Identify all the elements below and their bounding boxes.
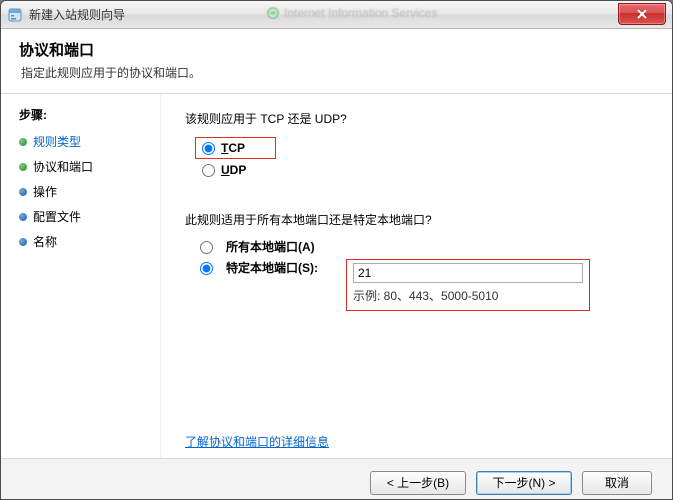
- ports-example: 示例: 80、443、5000-5010: [353, 287, 583, 304]
- wizard-footer: < 上一步(B) 下一步(N) > 取消: [1, 458, 672, 500]
- radio-specific-ports[interactable]: [200, 262, 213, 275]
- radio-row-all-ports: 所有本地端口(A): [195, 238, 648, 255]
- radio-all-ports-label[interactable]: 所有本地端口(A): [226, 238, 315, 255]
- next-button[interactable]: 下一步(N) >: [476, 471, 572, 495]
- tcp-highlight-box: TCP: [195, 137, 276, 159]
- bullet-icon: [19, 238, 27, 246]
- wizard-header: 协议和端口 指定此规则应用于的协议和端口。: [1, 29, 672, 94]
- wizard-window: 新建入站规则向导 Internet Information Services 协…: [0, 0, 673, 500]
- help-link[interactable]: 了解协议和端口的详细信息: [185, 433, 329, 450]
- step-rule-type[interactable]: 规则类型: [19, 133, 150, 150]
- radio-row-udp: UDP: [202, 163, 648, 177]
- radio-all-ports[interactable]: [200, 241, 213, 254]
- radio-udp-label[interactable]: UDP: [221, 163, 246, 177]
- wizard-body: 步骤: 规则类型 协议和端口 操作 配置文件 名称: [1, 94, 672, 458]
- step-action[interactable]: 操作: [19, 183, 150, 200]
- step-label: 操作: [33, 183, 57, 200]
- radio-row-specific-ports: 特定本地端口(S): 示例: 80、443、5000-5010: [195, 259, 648, 311]
- page-subtitle: 指定此规则应用于的协议和端口。: [19, 64, 654, 81]
- radio-tcp-label[interactable]: TCP: [221, 141, 245, 155]
- port-options: 所有本地端口(A) 特定本地端口(S): 示例: 80、443、5000-501…: [185, 238, 648, 311]
- radio-specific-ports-label[interactable]: 特定本地端口(S):: [226, 259, 336, 276]
- cancel-button[interactable]: 取消: [582, 471, 652, 495]
- steps-sidebar: 步骤: 规则类型 协议和端口 操作 配置文件 名称: [1, 94, 161, 458]
- port-section: 此规则适用于所有本地端口还是特定本地端口? 所有本地端口(A) 特定本地端口(S…: [185, 211, 648, 311]
- window-title: 新建入站规则向导: [29, 6, 125, 23]
- protocol-question: 该规则应用于 TCP 还是 UDP?: [185, 110, 648, 127]
- step-label: 规则类型: [33, 133, 81, 150]
- step-label: 名称: [33, 233, 57, 250]
- radio-udp[interactable]: [202, 164, 215, 177]
- radio-row-tcp: TCP: [195, 137, 648, 159]
- back-button[interactable]: < 上一步(B): [370, 471, 466, 495]
- bullet-icon: [19, 138, 27, 146]
- app-icon: [7, 7, 23, 23]
- bullet-icon: [19, 188, 27, 196]
- bullet-icon: [19, 163, 27, 171]
- port-input-highlight-box: 示例: 80、443、5000-5010: [346, 259, 590, 311]
- close-button[interactable]: [618, 3, 666, 25]
- titlebar: 新建入站规则向导 Internet Information Services: [1, 1, 672, 29]
- specific-ports-input[interactable]: [353, 263, 583, 283]
- bullet-icon: [19, 213, 27, 221]
- step-label: 协议和端口: [33, 158, 93, 175]
- step-protocol-port[interactable]: 协议和端口: [19, 158, 150, 175]
- radio-tcp[interactable]: [202, 142, 215, 155]
- help-link-wrap: 了解协议和端口的详细信息: [185, 433, 329, 450]
- step-name[interactable]: 名称: [19, 233, 150, 250]
- steps-heading: 步骤:: [19, 106, 150, 123]
- step-label: 配置文件: [33, 208, 81, 225]
- step-profile[interactable]: 配置文件: [19, 208, 150, 225]
- wizard-content: 该规则应用于 TCP 还是 UDP? TCP UDP 此规则适用于所有本地端口还…: [161, 94, 672, 458]
- page-title: 协议和端口: [19, 39, 654, 60]
- background-window-title-2: Internet Information Services: [266, 6, 437, 20]
- port-question: 此规则适用于所有本地端口还是特定本地端口?: [185, 211, 648, 228]
